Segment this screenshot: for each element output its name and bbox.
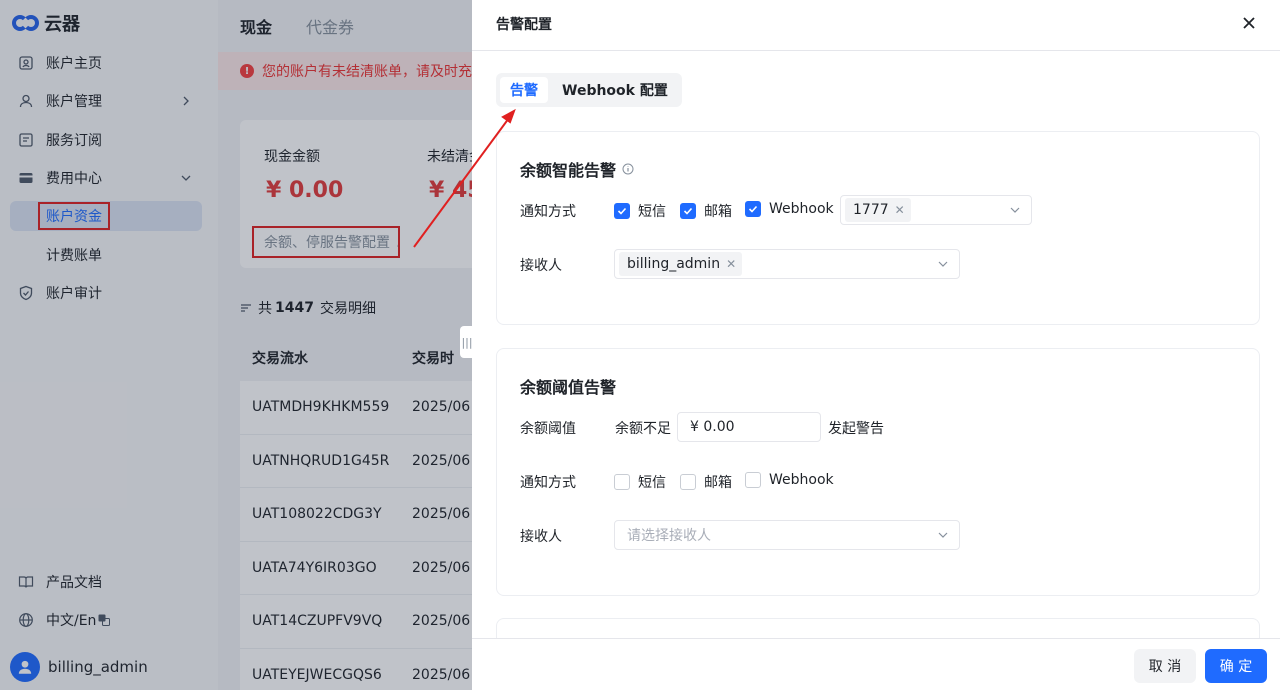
webhook-checkbox[interactable]: Webhook — [745, 201, 834, 217]
email-checkbox[interactable]: 邮箱 — [680, 201, 732, 221]
checkbox-checked-icon — [745, 201, 761, 217]
cancel-button[interactable]: 取 消 — [1134, 649, 1196, 683]
close-icon[interactable] — [1240, 14, 1258, 32]
smart-alert-section: 余额智能告警 通知方式 短信 邮箱 Webhook 1777 ✕ 接收人 bil… — [496, 131, 1260, 325]
tag-text: billing_admin — [627, 256, 721, 272]
threshold-label: 余额阈值 — [520, 421, 576, 437]
confirm-button[interactable]: 确 定 — [1205, 649, 1267, 683]
sms-checkbox[interactable]: 短信 — [614, 201, 666, 221]
section-title-text: 余额阈值告警 — [520, 378, 617, 397]
tag-text: 1777 — [853, 202, 889, 218]
chevron-down-icon — [937, 258, 949, 270]
receiver-select[interactable]: 请选择接收人 — [614, 520, 960, 550]
checkbox-label: 邮箱 — [704, 204, 732, 220]
sms-checkbox[interactable]: 短信 — [614, 472, 666, 492]
receiver-select[interactable]: billing_admin ✕ — [614, 249, 960, 279]
checkbox-label: 短信 — [638, 204, 666, 220]
threshold-input[interactable]: ¥ 0.00 — [677, 412, 821, 442]
email-checkbox[interactable]: 邮箱 — [680, 472, 732, 492]
threshold-suffix: 发起警告 — [828, 421, 884, 437]
checkbox-label: 短信 — [638, 475, 666, 491]
tab-alerts[interactable]: 告警 — [500, 77, 548, 103]
info-icon[interactable] — [622, 163, 634, 175]
receiver-label: 接收人 — [520, 529, 562, 545]
threshold-alert-section: 余额阈值告警 余额阈值 余额不足 ¥ 0.00 发起警告 通知方式 短信 邮箱 … — [496, 348, 1260, 596]
section-title: 余额智能告警 — [520, 157, 634, 181]
drawer-title: 告警配置 — [496, 17, 552, 33]
tab-webhook-config[interactable]: Webhook 配置 — [552, 77, 678, 103]
section-title-text: 余额智能告警 — [520, 161, 617, 180]
notify-method-label: 通知方式 — [520, 204, 576, 220]
webhook-checkbox[interactable]: Webhook — [745, 472, 834, 488]
checkbox-label: Webhook — [769, 201, 834, 217]
section-title: 余额阈值告警 — [520, 374, 616, 398]
chevron-down-icon — [1009, 204, 1021, 216]
drawer-tabs: 告警 Webhook 配置 — [496, 73, 682, 107]
checkbox-checked-icon — [680, 203, 696, 219]
checkbox-unchecked-icon — [680, 474, 696, 490]
drawer-footer: 取 消 确 定 — [472, 638, 1280, 690]
receiver-placeholder: 请选择接收人 — [627, 528, 711, 544]
alert-config-drawer: 告警配置 告警 Webhook 配置 余额智能告警 通知方式 短信 邮箱 Web… — [472, 0, 1280, 690]
divider — [472, 50, 1280, 51]
webhook-select[interactable]: 1777 ✕ — [840, 195, 1032, 225]
tag-close-icon[interactable]: ✕ — [895, 203, 905, 217]
modal-overlay[interactable] — [0, 0, 472, 690]
selected-tag: 1777 ✕ — [845, 198, 911, 222]
tag-close-icon[interactable]: ✕ — [726, 257, 736, 271]
receiver-label: 接收人 — [520, 258, 562, 274]
selected-tag: billing_admin ✕ — [619, 252, 743, 276]
checkbox-unchecked-icon — [745, 472, 761, 488]
checkbox-checked-icon — [614, 203, 630, 219]
threshold-prefix: 余额不足 — [615, 421, 671, 437]
checkbox-unchecked-icon — [614, 474, 630, 490]
checkbox-label: 邮箱 — [704, 475, 732, 491]
threshold-value: ¥ 0.00 — [690, 419, 735, 435]
notify-method-label: 通知方式 — [520, 475, 576, 491]
checkbox-label: Webhook — [769, 472, 834, 488]
chevron-down-icon — [937, 529, 949, 541]
